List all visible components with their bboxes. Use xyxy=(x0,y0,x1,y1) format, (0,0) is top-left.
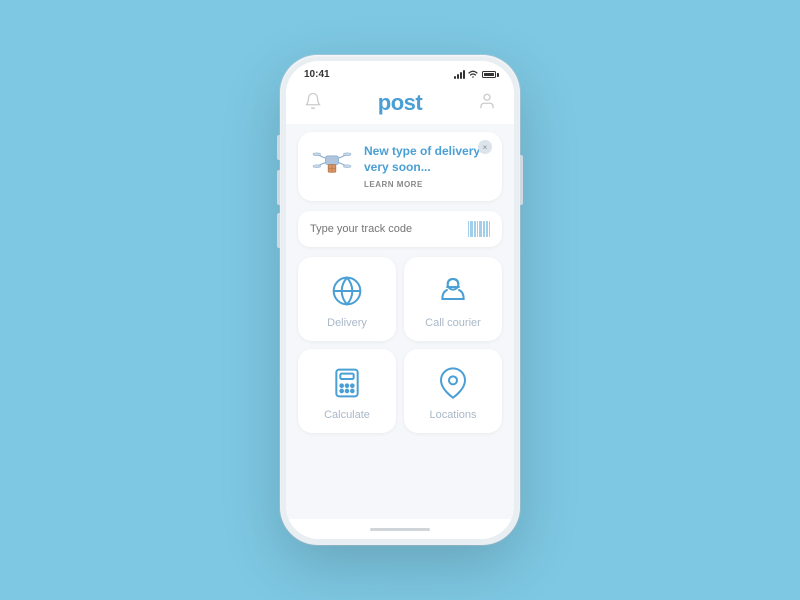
status-time: 10:41 xyxy=(304,69,330,80)
calculate-button[interactable]: Calculate xyxy=(298,349,396,433)
power-button xyxy=(520,155,523,205)
wifi-icon xyxy=(468,70,478,80)
notch xyxy=(365,75,435,89)
app-content: × xyxy=(286,124,514,519)
courier-icon xyxy=(435,273,471,309)
call-courier-button[interactable]: Call courier xyxy=(404,257,502,341)
globe-icon xyxy=(329,273,365,309)
banner-card: × xyxy=(298,132,502,201)
signal-icon xyxy=(454,71,465,79)
locations-button[interactable]: Locations xyxy=(404,349,502,433)
app-logo: post xyxy=(378,90,422,116)
drone-illustration xyxy=(310,144,354,187)
user-icon[interactable] xyxy=(478,92,496,115)
pin-icon xyxy=(435,365,471,401)
silent-button xyxy=(277,135,280,160)
home-bar xyxy=(286,519,514,539)
app-header: post xyxy=(286,84,514,124)
track-code-input[interactable] xyxy=(310,223,468,235)
banner-close-button[interactable]: × xyxy=(478,140,492,154)
locations-label: Locations xyxy=(429,409,476,421)
phone-frame: 10:41 xyxy=(280,55,520,545)
bell-icon[interactable] xyxy=(304,92,322,115)
delivery-button[interactable]: Delivery xyxy=(298,257,396,341)
home-indicator xyxy=(370,528,430,531)
call-courier-label: Call courier xyxy=(425,317,481,329)
battery-icon xyxy=(482,71,496,78)
status-icons xyxy=(454,70,496,80)
phone-screen: 10:41 xyxy=(286,61,514,539)
banner-learn-more[interactable]: LEARN MORE xyxy=(364,180,490,189)
calculator-icon xyxy=(329,365,365,401)
track-input-wrapper xyxy=(298,211,502,247)
volume-up-button xyxy=(277,170,280,205)
delivery-label: Delivery xyxy=(327,317,367,329)
barcode-icon[interactable] xyxy=(468,221,490,237)
banner-title: New type of delivery very soon... xyxy=(364,144,490,175)
actions-grid: Delivery Call courier xyxy=(298,257,502,433)
volume-down-button xyxy=(277,213,280,248)
calculate-label: Calculate xyxy=(324,409,370,421)
banner-text: New type of delivery very soon... LEARN … xyxy=(364,144,490,189)
